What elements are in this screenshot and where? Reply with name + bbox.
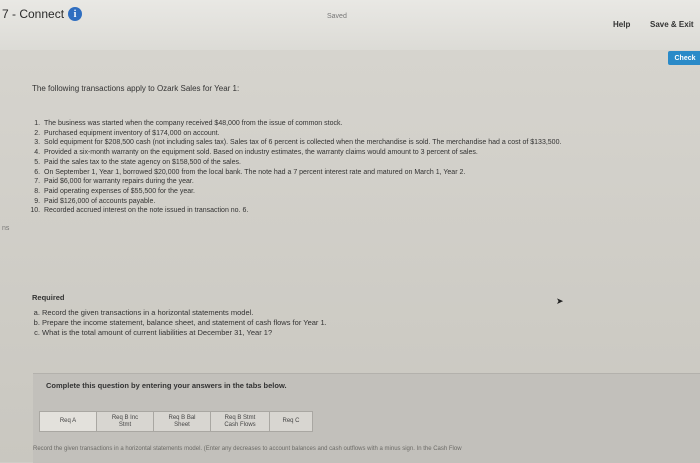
list-item: Provided a six-month warranty on the equ… [42, 148, 642, 158]
required-heading: Required [32, 293, 65, 302]
list-item: On September 1, Year 1, borrowed $20,000… [42, 168, 642, 178]
info-icon[interactable]: i [68, 7, 83, 21]
check-button[interactable]: Check [668, 51, 700, 65]
list-item: Paid $6,000 for warranty repairs during … [42, 177, 642, 187]
tab-req-b-inc-stmt[interactable]: Req B Inc Stmt [96, 411, 153, 432]
list-item: Sold equipment for $208,500 cash (not in… [42, 138, 642, 148]
list-item: Paid $126,000 of accounts payable. [42, 197, 642, 207]
help-link[interactable]: Help [613, 20, 630, 29]
mouse-cursor-icon: ➤ [556, 296, 564, 306]
question-content: The following transactions apply to Ozar… [0, 50, 700, 463]
list-item: Purchased equipment inventory of $174,00… [42, 129, 642, 139]
requirements-list: Record the given transactions in a horiz… [30, 308, 602, 338]
list-item: Prepare the income statement, balance sh… [42, 318, 602, 328]
save-exit-button[interactable]: Save & Exit [650, 20, 694, 29]
brand: 7 - Connect i [2, 7, 83, 21]
tab-req-a[interactable]: Req A [39, 411, 96, 432]
list-item: Record the given transactions in a horiz… [42, 308, 602, 318]
list-item: Paid the sales tax to the state agency o… [42, 158, 642, 168]
transaction-list: The business was started when the compan… [28, 119, 642, 216]
tab-req-b-stmt-cash-flows[interactable]: Req B Stmt Cash Flows [210, 411, 269, 432]
list-item: What is the total amount of current liab… [42, 328, 602, 338]
tab-bar: Req A Req B Inc Stmt Req B Bal Sheet Req… [39, 411, 313, 432]
list-item: Recorded accrued interest on the note is… [42, 206, 642, 216]
tab-req-c[interactable]: Req C [269, 411, 313, 432]
margin-marker: ns [2, 225, 10, 232]
tabs-panel: Complete this question by entering your … [33, 373, 700, 463]
tab-hint-text: Record the given transactions in a horiz… [33, 446, 462, 452]
saved-status: Saved [327, 13, 347, 20]
list-item: The business was started when the compan… [42, 119, 642, 129]
tabs-instruction: Complete this question by entering your … [46, 381, 287, 390]
list-item: Paid operating expenses of $55,500 for t… [42, 187, 642, 197]
top-bar: 7 - Connect i Saved Help Save & Exit [0, 0, 700, 50]
problem-intro: The following transactions apply to Ozar… [32, 84, 240, 93]
tab-req-b-bal-sheet[interactable]: Req B Bal Sheet [153, 411, 210, 432]
brand-label: 7 - Connect [2, 7, 65, 21]
